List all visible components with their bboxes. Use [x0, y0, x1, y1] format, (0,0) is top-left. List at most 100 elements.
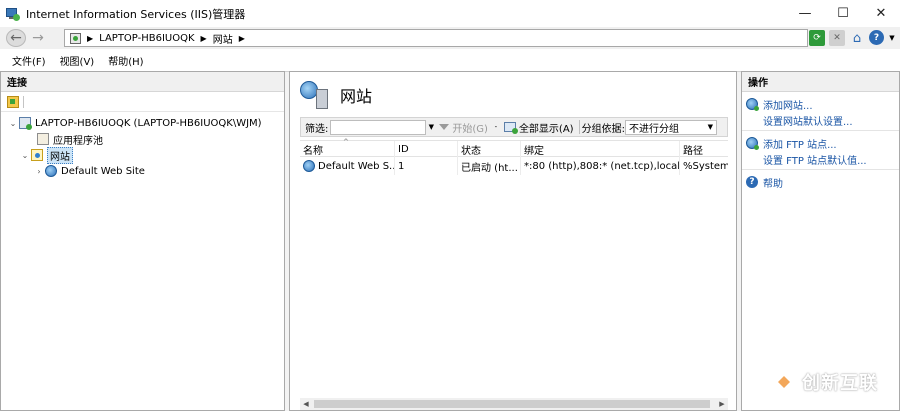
table-header: 名称 ID 状态 绑定 路径 — [300, 141, 728, 157]
tree-item-label: Default Web Site — [61, 165, 145, 177]
action-label: 设置 FTP 站点默认值... — [763, 155, 867, 167]
tree-item-default-web-site[interactable]: › Default Web Site — [1, 163, 284, 179]
connections-toolbar — [1, 92, 284, 112]
scroll-left-icon[interactable]: ◀ — [300, 400, 312, 408]
cell-path: %System — [683, 160, 728, 172]
menu-file[interactable]: 文件(F) — [12, 53, 46, 68]
cell-id: 1 — [395, 157, 458, 175]
action-label: 帮助 — [763, 178, 783, 190]
chevron-down-icon[interactable]: ▼ — [888, 30, 896, 46]
page-title: 网站 — [340, 87, 373, 106]
toolbar-divider — [578, 120, 580, 134]
cell-name-text: Default Web S... — [318, 160, 395, 172]
expand-icon[interactable]: ⌄ — [7, 119, 19, 128]
site-defaults-link[interactable]: 设置网站默认设置... — [742, 112, 899, 128]
toolbar-divider — [23, 95, 24, 108]
ftp-defaults-link[interactable]: 设置 FTP 站点默认值... — [742, 151, 899, 167]
column-header-path[interactable]: 路径 — [680, 141, 728, 157]
expand-icon[interactable]: ⌄ — [19, 151, 31, 160]
connections-pane: 连接 ⌄ LAPTOP-HB6IUOQK (LAPTOP-HB6IUOQK\WJ… — [0, 71, 285, 411]
group-by-value: 不进行分组 — [628, 123, 679, 135]
address-toolbar: ⟳ ✕ ⌂ ? ▼ — [809, 30, 896, 46]
tree-item-server[interactable]: ⌄ LAPTOP-HB6IUOQK (LAPTOP-HB6IUOQK\WJM) — [1, 115, 284, 131]
sites-folder-icon — [31, 149, 43, 161]
server-icon — [19, 117, 32, 130]
show-all-icon — [503, 122, 518, 134]
tree-item-app-pools[interactable]: 应用程序池 — [1, 131, 284, 147]
address-bar[interactable]: ▶ LAPTOP-HB6IUOQK ▶ 网站 ▶ — [64, 29, 808, 47]
filter-input[interactable] — [330, 119, 427, 135]
sites-globe-server-icon — [300, 81, 328, 109]
cell-binding: *:80 (http),808:* (net.tcp),localh... — [521, 157, 680, 175]
app-pool-icon — [37, 133, 49, 145]
column-header-id[interactable]: ID — [395, 141, 458, 157]
forward-button[interactable]: → — [28, 29, 48, 47]
close-button[interactable]: ✕ — [862, 0, 900, 27]
iis-app-icon — [6, 7, 20, 21]
refresh-icon[interactable]: ⟳ — [809, 30, 825, 46]
breadcrumb-arrow-icon: ▶ — [87, 33, 94, 43]
tree-item-label: 应用程序池 — [53, 135, 103, 147]
minimize-button[interactable]: — — [786, 0, 824, 27]
watermark: 创新互联 — [770, 368, 878, 396]
connect-icon[interactable] — [7, 95, 19, 108]
actions-group-ftp: 添加 FTP 站点... 设置 FTP 站点默认值... — [742, 131, 899, 170]
help-icon[interactable]: ? — [869, 30, 884, 45]
connections-tree: ⌄ LAPTOP-HB6IUOQK (LAPTOP-HB6IUOQK\WJM) … — [1, 112, 284, 179]
chevron-down-icon: ▼ — [707, 123, 713, 131]
tree-item-label: LAPTOP-HB6IUOQK (LAPTOP-HB6IUOQK\WJM) — [35, 117, 262, 129]
back-button[interactable]: ← — [6, 29, 26, 47]
menu-bar: 文件(F) 视图(V) 帮助(H) — [0, 50, 900, 70]
sites-table: ^ 名称 ID 状态 绑定 路径 Default Web S... 1 已启动 … — [300, 138, 728, 398]
action-label: 设置网站默认设置... — [763, 116, 853, 128]
menu-view[interactable]: 视图(V) — [60, 53, 95, 68]
add-site-link[interactable]: 添加网站... — [742, 96, 899, 112]
add-ftp-site-link[interactable]: 添加 FTP 站点... — [742, 135, 899, 151]
globe-icon — [303, 160, 315, 172]
filter-label: 筛选: — [305, 123, 329, 135]
window-title: Internet Information Services (IIS)管理器 — [26, 7, 246, 21]
sites-title-bar: 网站 — [290, 72, 736, 118]
help-link[interactable]: ? 帮助 — [742, 174, 899, 190]
start-filter-button[interactable]: 开始(G) — [436, 120, 491, 135]
chevron-right-icon[interactable]: › — [33, 167, 45, 176]
start-filter-label: 开始(G) — [452, 123, 488, 135]
cell-status: 已启动 (ht... — [458, 157, 521, 175]
tree-item-label: 网站 — [47, 146, 73, 164]
table-row[interactable]: Default Web S... 1 已启动 (ht... *:80 (http… — [300, 157, 728, 175]
maximize-button[interactable]: ☐ — [824, 0, 862, 27]
show-all-button[interactable]: 全部显示(A) — [501, 120, 577, 135]
address-row: ← → ▶ LAPTOP-HB6IUOQK ▶ 网站 ▶ ⟳ ✕ ⌂ ? ▼ — [0, 27, 900, 49]
watermark-logo-icon — [770, 368, 798, 396]
server-crumb-icon — [70, 32, 81, 44]
actions-group-help: ? 帮助 — [742, 170, 899, 192]
connections-header: 连接 — [1, 72, 284, 92]
horizontal-scrollbar[interactable]: ◀ ▶ — [300, 398, 728, 410]
action-label: 添加网站... — [763, 100, 813, 112]
breadcrumb-arrow-icon: ▶ — [200, 33, 207, 43]
cell-name: Default Web S... — [300, 157, 395, 175]
group-by-select[interactable]: 不进行分组 ▼ — [624, 119, 717, 135]
filter-dropdown-icon[interactable]: ▼ — [426, 123, 436, 131]
actions-group-sites: 添加网站... 设置网站默认设置... — [742, 92, 899, 131]
add-site-icon — [746, 98, 759, 111]
add-ftp-icon — [746, 137, 759, 150]
column-header-status[interactable]: 状态 — [458, 141, 521, 157]
start-dropdown-icon[interactable]: - — [491, 123, 501, 131]
group-by-label: 分组依据: — [581, 123, 625, 135]
breadcrumb-sites[interactable]: 网站 — [213, 31, 233, 46]
tree-item-sites[interactable]: ⌄ 网站 — [1, 146, 284, 164]
help-icon: ? — [746, 176, 758, 188]
column-header-binding[interactable]: 绑定 — [521, 141, 680, 157]
show-all-label: 全部显示(A) — [518, 123, 574, 135]
breadcrumb-server[interactable]: LAPTOP-HB6IUOQK — [99, 33, 194, 44]
scroll-right-icon[interactable]: ▶ — [716, 400, 728, 408]
home-icon[interactable]: ⌂ — [849, 30, 865, 46]
actions-pane: 操作 添加网站... 设置网站默认设置... 添加 FTP 站点... 设置 F… — [741, 71, 900, 411]
filter-toolbar: 筛选: ▼ 开始(G) - 全部显示(A) 分组依据: 不进行分组 ▼ — [300, 117, 728, 137]
stop-icon[interactable]: ✕ — [829, 30, 845, 46]
scrollbar-thumb[interactable] — [314, 400, 710, 408]
actions-header: 操作 — [742, 72, 899, 92]
globe-icon — [45, 165, 57, 177]
menu-help[interactable]: 帮助(H) — [108, 53, 143, 68]
